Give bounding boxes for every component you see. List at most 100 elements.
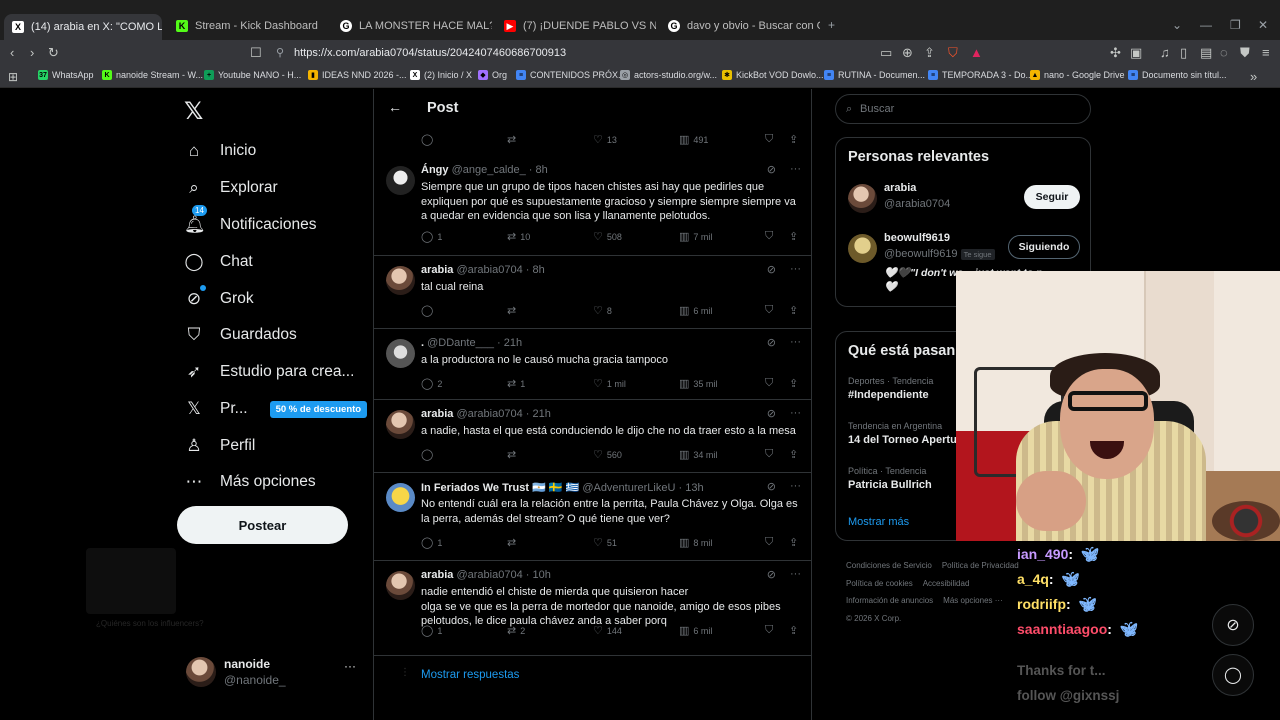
reply-button[interactable]: ◯ 1 bbox=[421, 536, 442, 549]
more-icon[interactable]: ··· bbox=[790, 263, 801, 276]
nav-item-explorar[interactable]: ⌕ Explorar bbox=[184, 173, 277, 203]
nav-item-grok[interactable]: ⊘ Grok bbox=[184, 284, 254, 314]
author-handle[interactable]: @AdventurerLikeU bbox=[582, 482, 675, 494]
tweet-time[interactable]: 21h bbox=[504, 337, 522, 349]
x-logo-icon[interactable]: 𝕏 bbox=[184, 97, 203, 126]
share-icon[interactable]: ⇪ bbox=[789, 536, 798, 549]
like-button[interactable]: ♡ 8 bbox=[593, 304, 612, 317]
author-name[interactable]: . bbox=[421, 337, 424, 349]
more-icon[interactable]: ··· bbox=[790, 163, 801, 176]
nav-item-notificaciones[interactable]: 🔔︎ 14 Notificaciones bbox=[184, 205, 317, 240]
retweet-button[interactable]: ⇄ bbox=[507, 448, 520, 461]
tweet-time[interactable]: 8h bbox=[532, 264, 544, 276]
bookmark-item[interactable]: ◆ Org bbox=[478, 70, 507, 80]
views-button[interactable]: ▥ 6 mil bbox=[679, 624, 712, 637]
share-icon[interactable]: ⇪ bbox=[789, 230, 798, 243]
like-button[interactable]: ♡ 508 bbox=[593, 230, 622, 243]
show-more-link[interactable]: Mostrar más bbox=[848, 516, 909, 528]
bookmark-item[interactable]: ≡ CONTENIDOS PRÓX... bbox=[516, 70, 626, 80]
browser-tab-active[interactable]: X (14) arabia en X: "COMO LA BA... ✕ bbox=[4, 14, 162, 40]
tweet[interactable]: arabia @arabia0704 · 8h ⊘ ··· tal cual rein… bbox=[374, 256, 811, 329]
retweet-button[interactable]: ⇄ 2 bbox=[507, 624, 525, 637]
extensions-icon[interactable]: ✣ bbox=[1110, 44, 1121, 62]
retweet-button[interactable]: ⇄ 10 bbox=[507, 230, 530, 243]
more-icon[interactable]: ··· bbox=[790, 407, 801, 420]
retweet-button[interactable]: ⇄ 1 bbox=[507, 377, 525, 390]
following-button[interactable]: Siguiendo bbox=[1008, 235, 1080, 259]
grok-icon[interactable]: ⊘ bbox=[767, 568, 776, 581]
reply-button[interactable]: ◯ bbox=[421, 304, 437, 317]
share-icon[interactable]: ⇪ bbox=[789, 304, 798, 317]
tweet[interactable]: . @DDante___ · 21h ⊘ ··· a la productora no… bbox=[374, 329, 811, 400]
nav-item-perfil[interactable]: ♙ Perfil bbox=[184, 431, 255, 461]
bookmark-icon[interactable]: ⛉ bbox=[765, 536, 773, 549]
footer-link[interactable]: Política de cookies bbox=[846, 579, 913, 588]
author-handle[interactable]: @arabia0704 bbox=[456, 264, 522, 276]
screenshot-icon[interactable]: ▣ bbox=[1130, 44, 1142, 62]
restore-icon[interactable]: ❐ bbox=[1230, 18, 1241, 32]
footer-link[interactable]: Información de anuncios bbox=[846, 596, 933, 605]
account-switcher[interactable]: nanoide @nanoide_ ··· bbox=[186, 655, 361, 689]
author-name[interactable]: arabia bbox=[421, 264, 453, 276]
retweet-icon[interactable]: ⇄ bbox=[507, 133, 516, 146]
bookmark-item[interactable]: ≡ Documento sin títul... bbox=[1128, 70, 1227, 80]
nav-item-estudio-para-crea-[interactable]: ➶ Estudio para crea... bbox=[184, 357, 355, 387]
browser-tab-google[interactable]: G LA MONSTER HACE MAL? - Buscar c... bbox=[332, 14, 492, 38]
nav-item-chat[interactable]: ◯ Chat bbox=[184, 247, 252, 277]
author-name[interactable]: In Feriados We Trust 🇦🇷 🇸🇪 🇬🇷 bbox=[421, 482, 579, 494]
bookmark-icon[interactable]: ⛉ bbox=[765, 624, 773, 637]
footer-link[interactable]: Accesibilidad bbox=[923, 579, 970, 588]
share-icon[interactable]: ⇪ bbox=[924, 44, 935, 62]
tweet-time[interactable]: 21h bbox=[532, 408, 550, 420]
bookmark-icon[interactable]: ⛉ bbox=[765, 133, 773, 146]
footer-link[interactable]: Condiciones de Servicio bbox=[846, 561, 932, 570]
brave-rewards-icon[interactable]: ▲ bbox=[970, 44, 983, 62]
person-arabia[interactable]: arabia @arabia0704 Seguir bbox=[848, 182, 1080, 222]
more-icon[interactable]: ··· bbox=[790, 480, 801, 493]
like-button[interactable]: ♡ 1 mil bbox=[593, 377, 626, 390]
like-button[interactable]: ♡ 51 bbox=[593, 536, 617, 549]
bookmark-icon[interactable]: ⛉ bbox=[765, 304, 773, 317]
messages-floating-icon[interactable]: ◯ bbox=[1212, 654, 1254, 696]
tweet[interactable]: Ángy @ange_calde_ · 8h ⊘ ··· Siempre que un… bbox=[374, 156, 811, 256]
grok-floating-icon[interactable]: ⊘ bbox=[1212, 604, 1254, 646]
reply-button[interactable]: ◯ 1 bbox=[421, 624, 442, 637]
author-handle[interactable]: @DDante___ bbox=[427, 337, 494, 349]
reply-button[interactable]: ◯ 2 bbox=[421, 377, 442, 390]
share-icon[interactable]: ⇪ bbox=[789, 448, 798, 461]
avatar[interactable] bbox=[386, 571, 415, 600]
grok-icon[interactable]: ⊘ bbox=[767, 480, 776, 493]
bookmark-item[interactable]: ▮ IDEAS NND 2026 -... bbox=[308, 70, 407, 80]
avatar[interactable] bbox=[386, 166, 415, 195]
tweet[interactable]: arabia @arabia0704 · 21h ⊘ ··· a nadie, has… bbox=[374, 400, 811, 473]
zoom-icon[interactable]: ⊕ bbox=[902, 44, 913, 62]
nav-item-m-s-opciones[interactable]: ⋯ Más opciones bbox=[184, 467, 316, 497]
menu-icon[interactable]: ≡ bbox=[1262, 44, 1270, 62]
like-button[interactable]: ♡ 13 bbox=[593, 133, 617, 146]
more-icon[interactable]: ··· bbox=[790, 568, 801, 581]
forward-icon[interactable]: › bbox=[30, 44, 34, 62]
views-button[interactable]: ▥ 8 mil bbox=[679, 536, 712, 549]
reply-icon[interactable]: ◯ bbox=[421, 133, 433, 146]
bookmark-icon[interactable]: ⛉ bbox=[765, 377, 773, 390]
apps-grid-icon[interactable]: ⊞ bbox=[8, 68, 18, 86]
footer-link[interactable]: Más opciones ··· bbox=[943, 596, 1003, 605]
bookmark-item[interactable]: 37 WhatsApp bbox=[38, 70, 94, 80]
search-input[interactable]: ⌕ Buscar bbox=[835, 94, 1091, 124]
views-button[interactable]: ▥ 35 mil bbox=[679, 377, 717, 390]
browser-tab-google-2[interactable]: G davo y obvio - Buscar con Google bbox=[660, 14, 820, 38]
share-icon[interactable]: ⇪ bbox=[789, 133, 798, 146]
author-name[interactable]: arabia bbox=[421, 408, 453, 420]
tab-search-icon[interactable]: ⌄ bbox=[1172, 18, 1182, 32]
new-tab-icon[interactable]: + bbox=[828, 18, 835, 32]
grok-icon[interactable]: ⊘ bbox=[767, 407, 776, 420]
tweet[interactable]: In Feriados We Trust 🇦🇷 🇸🇪 🇬🇷 @Adventure… bbox=[374, 473, 811, 561]
more-icon[interactable]: ··· bbox=[790, 336, 801, 349]
wallet-icon[interactable]: ▤ bbox=[1200, 44, 1212, 62]
bookmark-item[interactable]: ≡ TEMPORADA 3 - Do... bbox=[928, 70, 1033, 80]
media-icon[interactable]: ♫ bbox=[1160, 44, 1170, 62]
nav-item-inicio[interactable]: ⌂ Inicio bbox=[184, 136, 256, 166]
tweet-time[interactable]: 13h bbox=[685, 482, 703, 494]
tweet-time[interactable]: 8h bbox=[536, 164, 548, 176]
browser-tab-youtube[interactable]: ▶ (7) ¡DUENDE PABLO VS NANOIDE! S... bbox=[496, 14, 656, 38]
